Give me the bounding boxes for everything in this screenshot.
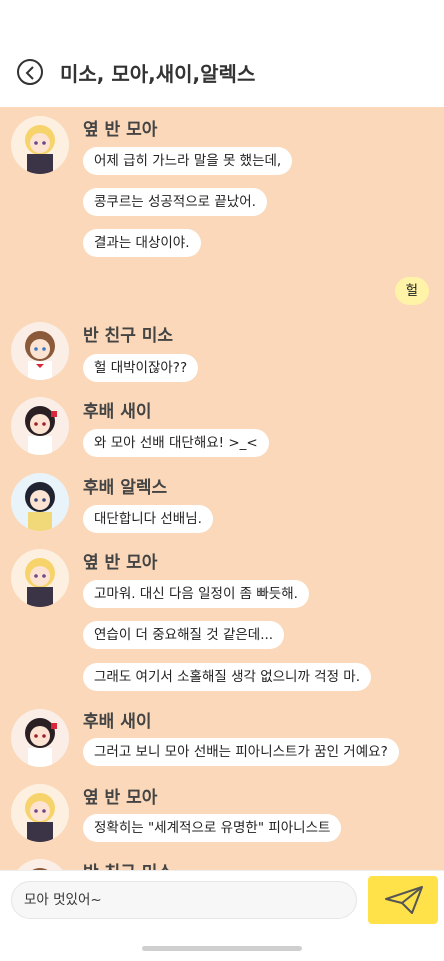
message-bubble: 어제 급히 가느라 말을 못 했는데, [83,147,293,175]
message-bubble: 그러고 보니 모아 선배는 피아니스트가 꿈인 거예요? [83,738,399,766]
sender-name: 옆 반 모아 [83,788,158,808]
sender-name: 반 친구 미소 [83,858,173,870]
avatar-miso[interactable] [11,859,69,870]
avatar-moa[interactable] [11,549,69,607]
avatar-saei[interactable] [11,397,69,455]
chat-area[interactable]: 옆 반 모아 어제 급히 가느라 말을 못 했는데, 콩쿠르는 성공적으로 끝났… [0,107,444,870]
avatar-moa[interactable] [11,116,69,174]
sender-name: 옆 반 모아 [83,553,158,573]
message-bubble: 와 모아 선배 대단해요! >_< [83,429,269,457]
message-bubble: 정확히는 "세계적으로 유명한" 피아니스트 [83,814,342,842]
avatar-miso[interactable] [11,322,69,380]
back-button[interactable] [17,59,43,85]
message-bubble: 그래도 여기서 소홀해질 생각 없으니까 걱정 마. [83,663,372,691]
sender-name: 후배 새이 [83,402,152,422]
sender-name: 반 친구 미소 [83,326,174,346]
message-input[interactable]: 모아 멋있어~ [11,881,357,919]
chat-title: 미소, 모아,새이,알렉스 [60,62,256,86]
message-bubble: 결과는 대상이야. [83,229,201,257]
message-bubble: 고마워. 대신 다음 일정이 좀 빠듯해. [83,580,309,608]
avatar-saei[interactable] [11,709,69,767]
message-bubble: 대단합니다 선배님. [83,505,213,533]
sender-name: 후배 알렉스 [83,478,168,498]
paper-plane-icon [385,886,423,914]
send-button[interactable] [368,876,438,924]
message-bubble: 콩쿠르는 성공적으로 끝났어. [83,188,267,216]
input-bar: 모아 멋있어~ [0,870,444,961]
sender-name: 옆 반 모아 [83,120,158,140]
chat-header: 미소, 모아,새이,알렉스 [0,0,444,108]
my-message-bubble: 헐 [394,277,429,305]
message-bubble: 연습이 더 중요해질 것 같은데... [83,621,285,649]
avatar-alex[interactable] [11,473,69,531]
avatar-moa[interactable] [11,784,69,842]
message-bubble: 헐 대박이잖아?? [83,354,199,382]
chevron-left-icon [25,66,34,80]
sender-name: 후배 새이 [83,712,152,732]
home-indicator [142,946,302,951]
